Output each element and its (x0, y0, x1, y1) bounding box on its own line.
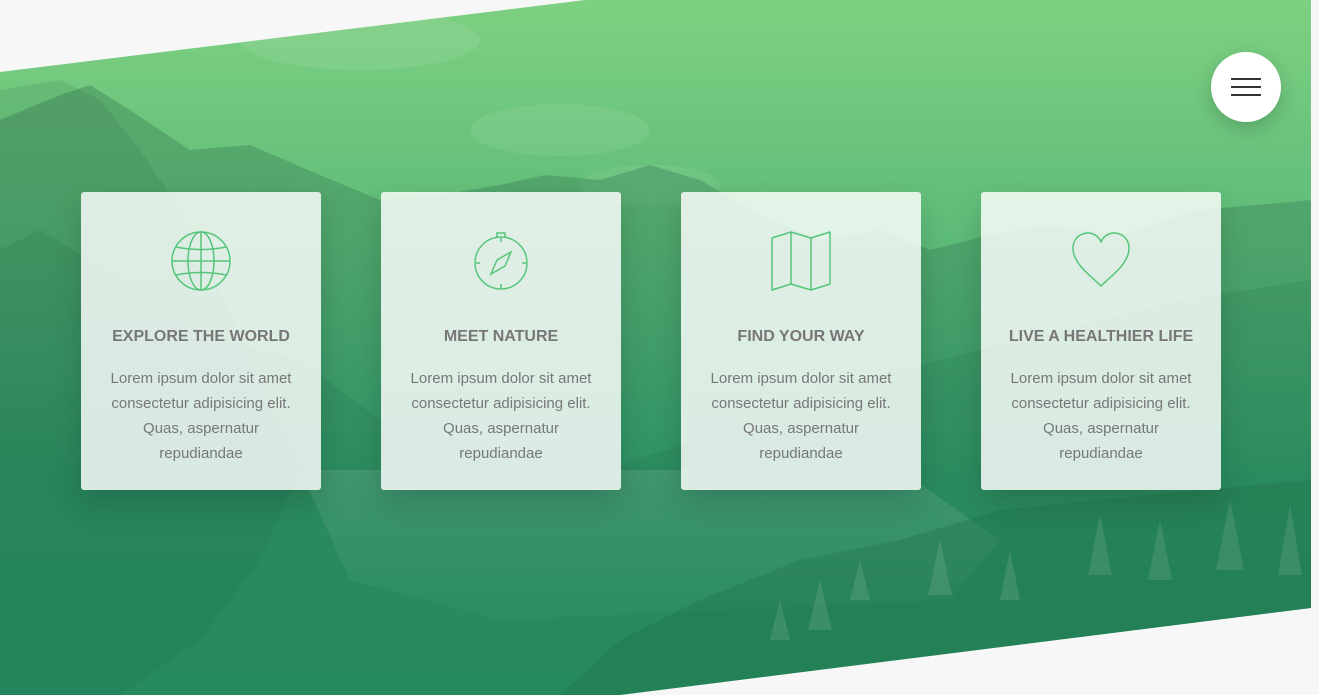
card-description: Lorem ipsum dolor sit amet consectetur a… (1010, 370, 1192, 462)
map-icon (771, 231, 831, 291)
card-title: LIVE A HEALTHIER LIFE (1008, 328, 1194, 345)
feature-card-explore-the-world: EXPLORE THE WORLD Lorem ipsum dolor sit … (81, 192, 321, 490)
card-description: Lorem ipsum dolor sit amet consectetur a… (710, 370, 892, 462)
hamburger-menu-icon (1231, 78, 1261, 80)
card-title: MEET NATURE (443, 328, 559, 345)
feature-card-live-a-healthier-life: LIVE A HEALTHIER LIFE Lorem ipsum dolor … (981, 192, 1221, 490)
menu-button[interactable] (1211, 52, 1281, 122)
features-section: EXPLORE THE WORLD Lorem ipsum dolor sit … (0, 0, 1311, 695)
card-title: FIND YOUR WAY (737, 328, 865, 345)
card-title: EXPLORE THE WORLD (112, 328, 290, 345)
feature-card-meet-nature: MEET NATURE Lorem ipsum dolor sit amet c… (381, 192, 621, 490)
card-description: Lorem ipsum dolor sit amet consectetur a… (110, 370, 292, 462)
feature-card-find-your-way: FIND YOUR WAY Lorem ipsum dolor sit amet… (681, 192, 921, 490)
globe-icon (171, 231, 231, 291)
heart-icon (1072, 232, 1130, 287)
page: EXPLORE THE WORLD Lorem ipsum dolor sit … (0, 0, 1319, 695)
compass-icon (474, 232, 528, 290)
hamburger-menu-icon-bar (1231, 86, 1261, 88)
hamburger-menu-icon-bar (1231, 94, 1261, 96)
card-description: Lorem ipsum dolor sit amet consectetur a… (410, 370, 592, 462)
